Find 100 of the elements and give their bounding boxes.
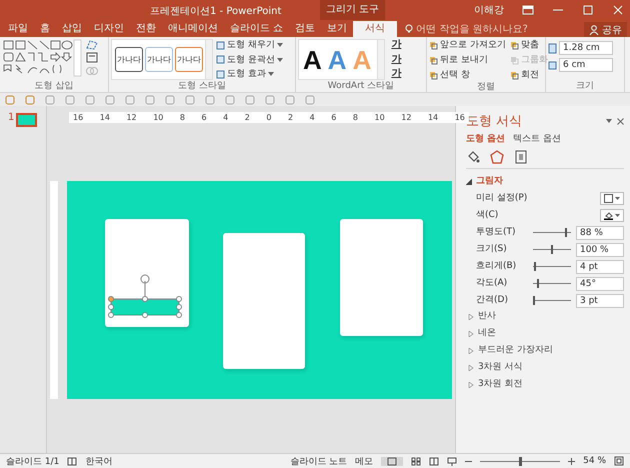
ruler-label: 0: [266, 112, 272, 123]
slide-sorter-icon[interactable]: [411, 456, 422, 466]
ribbon-display-icon[interactable]: [522, 5, 534, 15]
normal-view-button[interactable]: [381, 456, 404, 466]
shape-format-command[interactable]: 도형 채우기: [216, 39, 283, 51]
pane-options-icon[interactable]: [606, 119, 612, 123]
value-field[interactable]: 4 pt: [576, 260, 624, 274]
notes-button[interactable]: 슬라이드 노트: [290, 454, 348, 468]
ribbon-tab[interactable]: 검토: [289, 21, 322, 37]
fill-bucket-icon[interactable]: [466, 150, 480, 164]
slider-thumb[interactable]: [565, 228, 568, 237]
fit-slide-icon[interactable]: [614, 456, 624, 466]
maximize-icon[interactable]: [582, 5, 594, 15]
group-label: 도형 스타일: [177, 80, 227, 92]
section-header[interactable]: 네온: [466, 325, 624, 342]
wordart-preset[interactable]: A: [303, 42, 322, 78]
tell-me-field[interactable]: 어떤 작업을 원하시나요?: [405, 21, 536, 37]
ruler-label: 2: [288, 112, 294, 123]
reading-view-icon[interactable]: [429, 456, 440, 466]
gallery-scrollbar[interactable]: [377, 40, 384, 79]
property-label: 크기(S): [476, 243, 508, 256]
book-icon[interactable]: [67, 456, 78, 466]
ribbon-tab[interactable]: 애니메이션: [162, 21, 224, 37]
merge-shapes-icon: [85, 65, 99, 76]
expand-arrow-icon: [466, 178, 472, 184]
arrange-command[interactable]: 맞춤: [510, 39, 548, 51]
ruler-label: 8: [180, 112, 185, 123]
shape-gallery-drawing[interactable]: [2, 39, 82, 77]
zoom-thumb[interactable]: [519, 456, 522, 466]
slideshow-icon[interactable]: [447, 456, 458, 466]
slider-thumb[interactable]: [533, 296, 536, 305]
text-box-icon[interactable]: [85, 52, 99, 63]
ruler-label: 8: [352, 112, 358, 123]
ruler-label: 6: [202, 112, 207, 123]
value-field[interactable]: 100 %: [576, 242, 624, 256]
arrange-command[interactable]: 회전: [510, 69, 548, 81]
value-field[interactable]: 45°: [576, 276, 624, 290]
ruler-label: 12: [401, 112, 412, 123]
pane-title: 도형 서식: [466, 113, 522, 130]
pentagon-icon[interactable]: [490, 150, 504, 164]
height-field[interactable]: 1.28 cm: [559, 41, 613, 55]
slider-thumb[interactable]: [534, 262, 536, 271]
text-format-button[interactable]: 가: [388, 68, 404, 80]
color-picker[interactable]: [600, 209, 624, 222]
gallery-scrollbar[interactable]: [205, 40, 212, 79]
shape-style-preset[interactable]: 가나다: [145, 47, 173, 72]
ribbon-tab[interactable]: 파일: [2, 21, 34, 37]
value-field[interactable]: 3 pt: [576, 294, 624, 308]
property-label: 색(C): [476, 209, 500, 222]
arrange-command[interactable]: 앞으로 가져오기: [429, 39, 506, 51]
text-format-button[interactable]: 가: [388, 54, 404, 66]
size-properties-icon[interactable]: [514, 150, 528, 164]
shape-format-command[interactable]: 도형 윤곽선: [216, 54, 283, 66]
ribbon-tab[interactable]: 디자인: [88, 21, 130, 37]
ribbon-tab[interactable]: 홈: [34, 21, 56, 37]
share-button[interactable]: 공유: [584, 22, 627, 37]
ribbon-tab[interactable]: 보기: [321, 21, 354, 37]
slide-thumbnail[interactable]: [16, 113, 38, 127]
section-header[interactable]: 반사: [466, 308, 624, 325]
edit-shape-icon[interactable]: [85, 39, 99, 50]
caret-icon: [276, 43, 283, 47]
section-header[interactable]: 3차원 서식: [466, 359, 624, 376]
section-header[interactable]: 부드러운 가장자리: [466, 342, 624, 359]
ribbon-tab[interactable]: 슬라이드 쇼: [224, 21, 290, 37]
preset-picker[interactable]: [600, 192, 624, 205]
ribbon-tab[interactable]: 삽입: [56, 21, 88, 37]
slider-thumb[interactable]: [536, 279, 539, 288]
zoom-in-icon[interactable]: [568, 458, 576, 464]
shape-style-preset[interactable]: 가나다: [115, 47, 143, 72]
shape-format-command[interactable]: 도형 효과: [216, 68, 283, 80]
ruler-label: 6: [331, 112, 336, 123]
arrange-command[interactable]: 선택 창: [429, 69, 506, 81]
width-field[interactable]: 6 cm: [559, 58, 613, 72]
caret-icon: [615, 214, 620, 217]
language-indicator[interactable]: 한국어: [85, 454, 112, 468]
group-label: 크기: [575, 80, 595, 92]
user-name[interactable]: 이해강: [474, 3, 504, 17]
section-header[interactable]: 그림자: [466, 174, 624, 189]
shape-style-preset[interactable]: 가나다: [175, 47, 203, 72]
zoom-level[interactable]: 54 %: [583, 456, 606, 466]
context-tab-group: 그리기 도구: [320, 0, 386, 20]
paint-bucket-icon: [604, 211, 613, 220]
caret-icon: [268, 72, 274, 76]
comments-button[interactable]: 메모: [355, 454, 374, 468]
close-icon[interactable]: [617, 118, 624, 124]
ribbon-tab[interactable]: 전환: [130, 21, 162, 37]
ribbon-tab[interactable]: 서식: [353, 21, 398, 37]
lightbulb-icon: [405, 24, 414, 34]
group-label: WordArt 스타일: [326, 80, 396, 92]
group-label: 도형 삽입: [34, 80, 74, 92]
normal-view-icon: [387, 456, 398, 466]
section-header[interactable]: 3차원 회전: [466, 376, 624, 393]
arrange-command[interactable]: 뒤로 보내기: [429, 54, 506, 66]
value-field[interactable]: 88 %: [576, 226, 624, 240]
expand-arrow-icon: [468, 382, 474, 388]
text-format-button[interactable]: 가: [388, 39, 404, 51]
pane-tab[interactable]: 텍스트 옵션: [513, 132, 562, 145]
window-title: 프레젠테이션1 - PowerPoint: [150, 5, 282, 18]
height-icon: [548, 42, 557, 54]
pane-tab[interactable]: 도형 옵션: [466, 132, 506, 145]
